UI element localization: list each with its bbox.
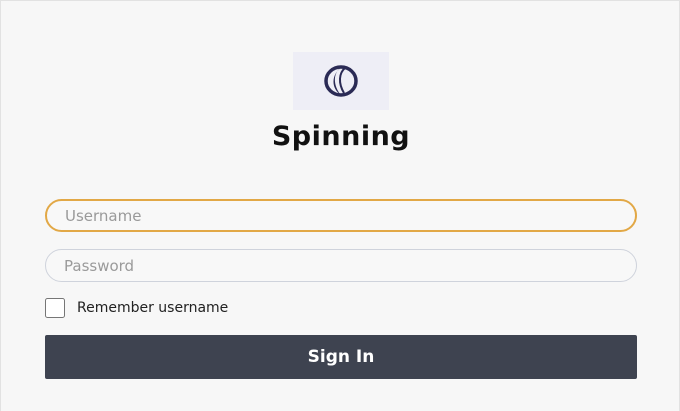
- crescent-swirl-logo-icon: [324, 65, 358, 97]
- password-input[interactable]: [45, 249, 637, 282]
- login-card: Spinning Remember username Sign In: [0, 0, 680, 411]
- remember-username-row: Remember username: [45, 297, 228, 319]
- remember-username-checkbox[interactable]: [45, 298, 65, 318]
- sign-in-button[interactable]: Sign In: [45, 335, 637, 379]
- app-logo: [293, 52, 389, 110]
- remember-username-label[interactable]: Remember username: [77, 300, 228, 316]
- username-input[interactable]: [45, 199, 637, 232]
- app-title: Spinning: [271, 121, 411, 152]
